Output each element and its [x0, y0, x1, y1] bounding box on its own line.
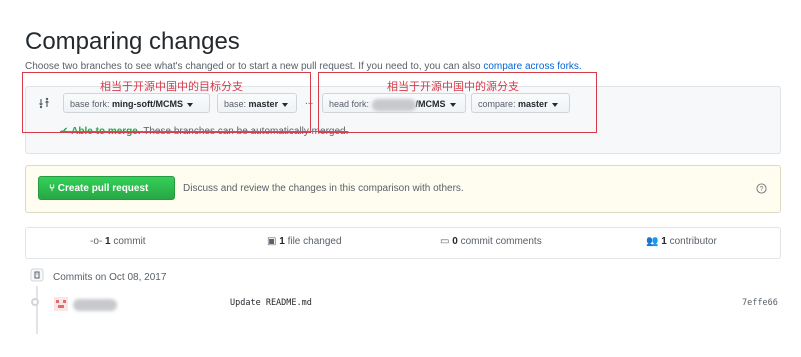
pull-request-icon: ⑂: [49, 183, 55, 194]
page-title: Comparing changes: [25, 28, 240, 55]
comment-icon: ▭: [440, 236, 450, 247]
files-label: file changed: [287, 236, 342, 247]
contributors-count: 1: [661, 236, 667, 247]
question-icon[interactable]: ?: [756, 183, 767, 194]
comments-label: commit comments: [460, 236, 542, 247]
file-diff-icon: ▣: [267, 236, 277, 247]
commit-sha[interactable]: 7effe66: [742, 298, 778, 308]
comments-count: 0: [452, 236, 458, 247]
commit-dot: [31, 298, 39, 306]
create-pull-request-label: Create pull request: [57, 183, 149, 194]
stat-files[interactable]: ▣ 1 file changed: [267, 236, 342, 247]
svg-text:?: ?: [760, 186, 764, 193]
repo-push-icon: [30, 268, 44, 282]
commits-count: 1: [105, 236, 111, 247]
commit-timeline: [36, 286, 38, 334]
commits-label: commit: [113, 236, 146, 247]
compare-across-forks-link[interactable]: compare across forks.: [483, 61, 581, 72]
create-pull-request-button[interactable]: ⑂ Create pull request: [38, 176, 175, 200]
stat-contributors[interactable]: 👥 1 contributor: [646, 236, 717, 247]
commits-heading: Commits on Oct 08, 2017: [53, 272, 167, 283]
stat-comments[interactable]: ▭ 0 commit comments: [440, 236, 542, 247]
subtitle-text: Choose two branches to see what's change…: [25, 61, 481, 72]
avatar-image: [54, 297, 68, 311]
people-icon: 👥: [646, 236, 659, 247]
commit-author[interactable]: [73, 299, 117, 311]
page-subtitle: Choose two branches to see what's change…: [25, 61, 582, 72]
stat-commits[interactable]: -o- 1 commit: [90, 236, 146, 247]
create-pr-description: Discuss and review the changes in this c…: [183, 183, 464, 194]
commit-message[interactable]: Update README.md: [230, 298, 312, 308]
files-count: 1: [279, 236, 285, 247]
annotation-right: 相当于开源中国中的源分支: [387, 81, 519, 93]
avatar[interactable]: [54, 297, 68, 311]
contributors-label: contributor: [669, 236, 717, 247]
annotation-left: 相当于开源中国中的目标分支: [100, 81, 243, 93]
commit-icon: -o-: [90, 236, 103, 247]
